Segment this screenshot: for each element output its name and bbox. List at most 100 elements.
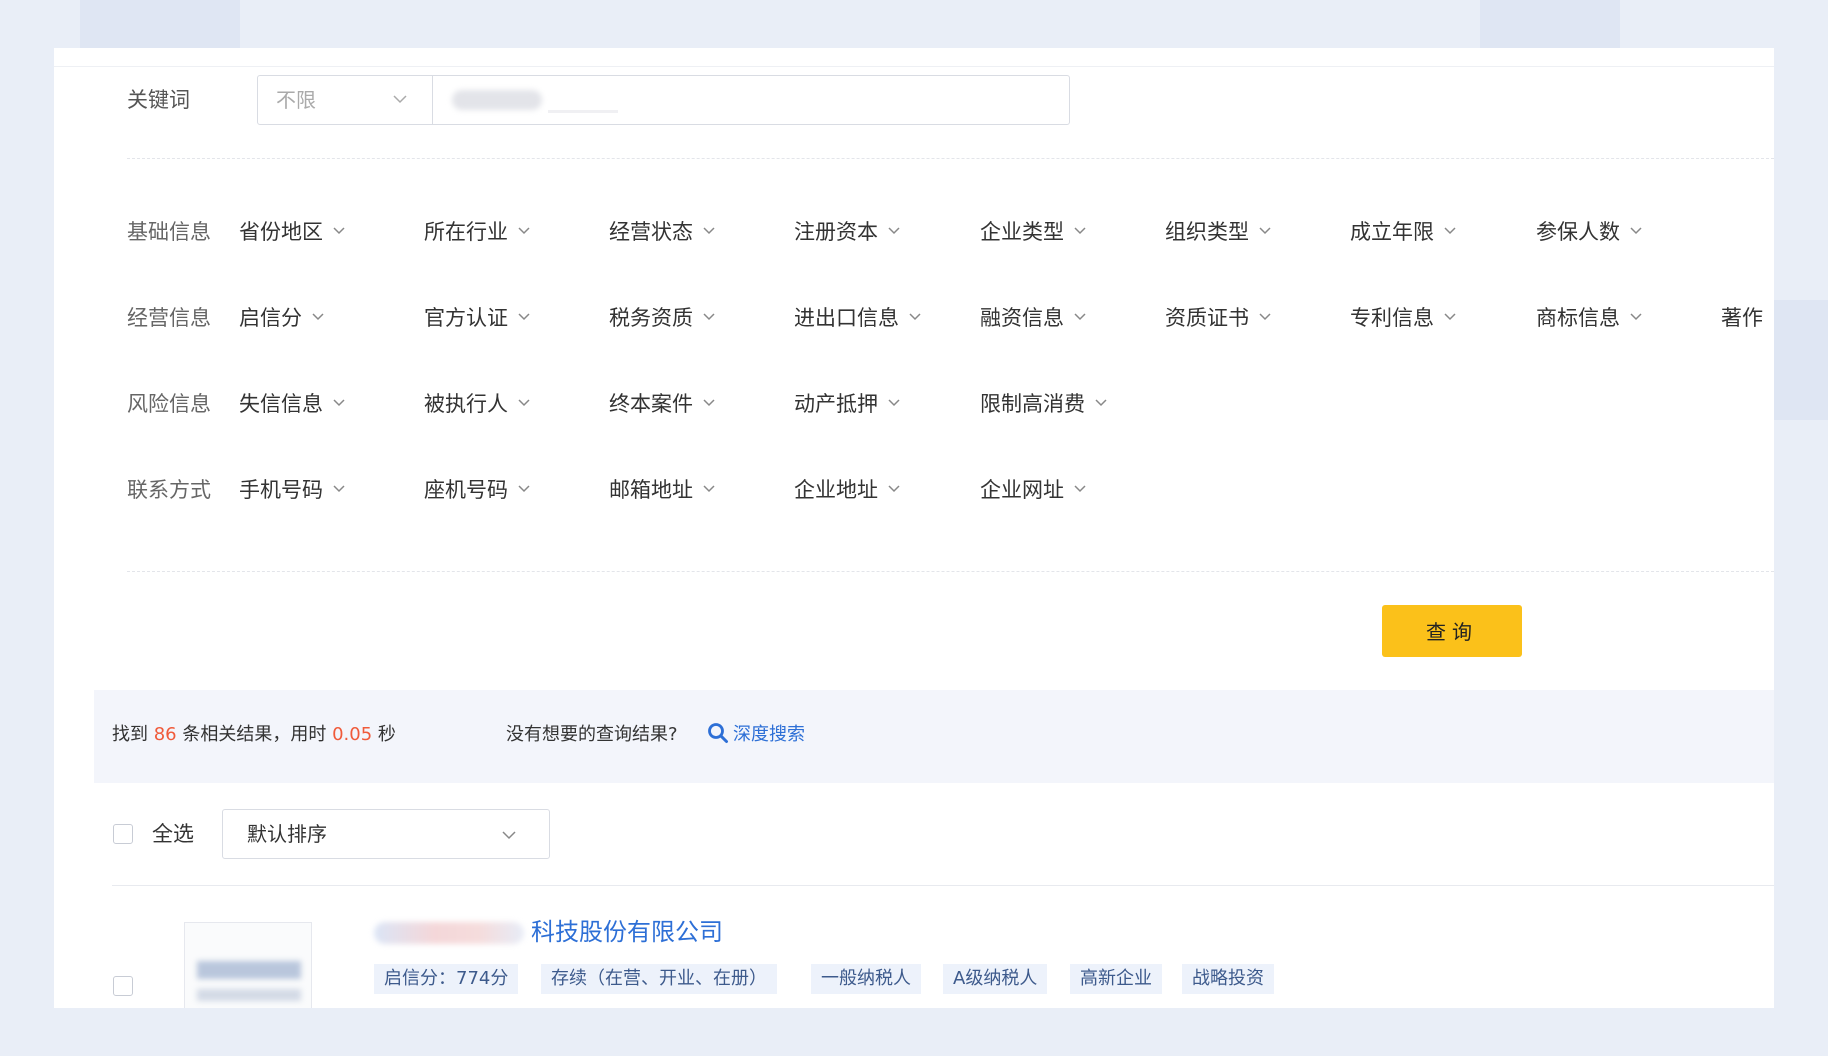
tag-a-level-taxpayer: A级纳税人 — [943, 964, 1048, 994]
filter-mobile[interactable]: 手机号码 — [239, 472, 347, 508]
filter-landline[interactable]: 座机号码 — [424, 472, 532, 508]
filter-dishonesty[interactable]: 失信信息 — [239, 386, 347, 422]
filter-label: 失信信息 — [239, 392, 323, 416]
filter-row-operation: 经营信息 启信分 官方认证 税务资质 进出口信息 融资信息 资质证书 专利信息 … — [127, 300, 1774, 336]
search-time: 0.05 — [332, 724, 373, 745]
deep-search-label: 深度搜索 — [733, 724, 805, 745]
filter-label: 经营状态 — [609, 220, 693, 244]
summary-middle: 条相关结果，用时 — [182, 724, 327, 745]
query-button[interactable]: 查询 — [1382, 605, 1522, 657]
chevron-down-icon — [1444, 227, 1456, 235]
filter-address[interactable]: 企业地址 — [794, 472, 902, 508]
keyword-label: 关键词 — [127, 88, 190, 112]
chevron-down-icon — [1074, 313, 1086, 321]
filter-label: 企业网址 — [980, 478, 1064, 502]
chevron-down-icon — [703, 399, 715, 407]
filter-label: 所在行业 — [424, 220, 508, 244]
filter-row-label: 基础信息 — [127, 220, 211, 244]
tag-status: 存续（在营、开业、在册） — [541, 964, 777, 994]
chevron-down-icon — [888, 485, 900, 493]
filter-official-certification[interactable]: 官方认证 — [424, 300, 532, 336]
filter-row-risk: 风险信息 失信信息 被执行人 终本案件 动产抵押 限制高消费 — [127, 386, 1774, 422]
filter-label: 手机号码 — [239, 478, 323, 502]
result-count: 86 — [153, 724, 177, 745]
chevron-down-icon — [888, 227, 900, 235]
filter-company-type[interactable]: 企业类型 — [980, 214, 1088, 250]
company-name-link[interactable]: 科技股份有限公司 — [531, 912, 723, 952]
redacted-logo-text — [197, 961, 301, 979]
filter-organization-type[interactable]: 组织类型 — [1165, 214, 1273, 250]
filter-trademark[interactable]: 商标信息 — [1536, 300, 1644, 336]
filter-consumption-restriction[interactable]: 限制高消费 — [980, 386, 1109, 422]
select-all-checkbox[interactable] — [113, 824, 133, 844]
result-checkbox[interactable] — [113, 976, 133, 996]
filter-label: 参保人数 — [1536, 220, 1620, 244]
chevron-down-icon — [518, 399, 530, 407]
tag-strategic-investment: 战略投资 — [1182, 964, 1274, 994]
deep-search-link[interactable]: 深度搜索 — [707, 720, 805, 750]
filter-label: 成立年限 — [1350, 220, 1434, 244]
filter-business-status[interactable]: 经营状态 — [609, 214, 717, 250]
chevron-down-icon — [333, 485, 345, 493]
filter-registered-capital[interactable]: 注册资本 — [794, 214, 902, 250]
filter-industry[interactable]: 所在行业 — [424, 214, 532, 250]
filter-province[interactable]: 省份地区 — [239, 214, 347, 250]
tag-general-taxpayer: 一般纳税人 — [811, 964, 921, 994]
chevron-down-icon — [1074, 485, 1086, 493]
filter-copyright[interactable]: 著作 — [1721, 300, 1763, 336]
filter-terminated-cases[interactable]: 终本案件 — [609, 386, 717, 422]
filter-tax-qualification[interactable]: 税务资质 — [609, 300, 717, 336]
filter-label: 座机号码 — [424, 478, 508, 502]
filter-email[interactable]: 邮箱地址 — [609, 472, 717, 508]
filter-import-export[interactable]: 进出口信息 — [794, 300, 923, 336]
chevron-down-icon — [518, 227, 530, 235]
filter-credit-score[interactable]: 启信分 — [239, 300, 326, 336]
filter-label: 商标信息 — [1536, 306, 1620, 330]
summary-suffix: 秒 — [377, 724, 396, 745]
background-decoration — [1480, 0, 1620, 48]
tag-credit-score: 启信分：774分 — [374, 964, 519, 994]
summary-prefix: 找到 — [112, 724, 148, 745]
chevron-down-icon — [1259, 313, 1271, 321]
filter-label: 资质证书 — [1165, 306, 1249, 330]
filter-website[interactable]: 企业网址 — [980, 472, 1088, 508]
filter-row-label: 风险信息 — [127, 392, 211, 416]
filter-established-years[interactable]: 成立年限 — [1350, 214, 1458, 250]
filter-label: 企业类型 — [980, 220, 1064, 244]
chevron-down-icon — [703, 313, 715, 321]
filter-insured-count[interactable]: 参保人数 — [1536, 214, 1644, 250]
chevron-down-icon — [1630, 313, 1642, 321]
chevron-down-icon — [518, 313, 530, 321]
search-icon — [708, 723, 728, 743]
filter-financing[interactable]: 融资信息 — [980, 300, 1088, 336]
chevron-down-icon — [1095, 399, 1107, 407]
filter-label: 专利信息 — [1350, 306, 1434, 330]
filter-label: 限制高消费 — [980, 392, 1085, 416]
chevron-down-icon — [333, 399, 345, 407]
filter-label: 组织类型 — [1165, 220, 1249, 244]
keyword-scope-value: 不限 — [276, 88, 316, 112]
filter-row-label: 经营信息 — [127, 306, 211, 330]
chevron-down-icon — [1074, 227, 1086, 235]
filter-row-contact: 联系方式 手机号码 座机号码 邮箱地址 企业地址 企业网址 — [127, 472, 1774, 508]
filter-label: 著作 — [1721, 306, 1763, 330]
chevron-down-icon — [1630, 227, 1642, 235]
company-logo — [184, 922, 312, 1008]
search-panel: 关键词 不限 基础信息 省份地区 所在行业 经营状态 注册资本 企业类型 组织类… — [54, 48, 1774, 1008]
filter-patent[interactable]: 专利信息 — [1350, 300, 1458, 336]
sort-select[interactable]: 默认排序 — [222, 809, 550, 859]
redacted-logo-text — [197, 989, 301, 1001]
chevron-down-icon — [909, 313, 921, 321]
filter-label: 省份地区 — [239, 220, 323, 244]
chevron-down-icon — [703, 227, 715, 235]
filter-label: 官方认证 — [424, 306, 508, 330]
chevron-down-icon — [518, 485, 530, 493]
redacted-company-name — [374, 922, 524, 944]
filter-executed-person[interactable]: 被执行人 — [424, 386, 532, 422]
keyword-scope-select[interactable]: 不限 — [258, 76, 433, 124]
filter-label: 动产抵押 — [794, 392, 878, 416]
keyword-search-box: 不限 — [257, 75, 1070, 125]
filter-label: 进出口信息 — [794, 306, 899, 330]
filter-chattel-mortgage[interactable]: 动产抵押 — [794, 386, 902, 422]
filter-qualification-cert[interactable]: 资质证书 — [1165, 300, 1273, 336]
